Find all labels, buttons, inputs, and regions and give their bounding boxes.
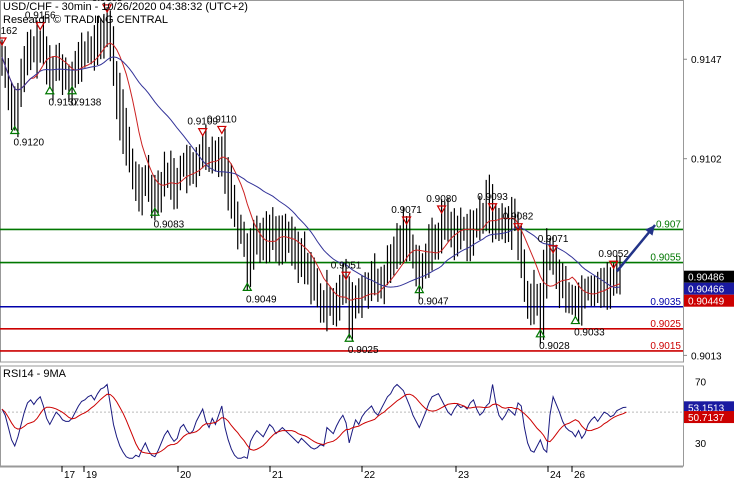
chart-canvas: 0.9070.90550.90350.90250.90150.91620.915… bbox=[0, 0, 734, 480]
peak-label: 0.9093 bbox=[477, 192, 508, 203]
trough-label: 0.9033 bbox=[574, 328, 605, 339]
y-tick-label: 0.9013 bbox=[691, 351, 722, 362]
rsi-line bbox=[1, 383, 627, 460]
x-tick-label: 23 bbox=[458, 470, 470, 480]
level-label: 0.9035 bbox=[650, 297, 681, 308]
trough-label: 0.9083 bbox=[154, 219, 185, 230]
peak-label: 0.9082 bbox=[503, 212, 534, 223]
price-frame bbox=[0, 0, 684, 363]
x-tick-label: 17 bbox=[64, 470, 76, 480]
level-label: 0.907 bbox=[656, 219, 681, 230]
chart-title: USD/CHF - 30min - 10/26/2020 04:38:32 (U… bbox=[3, 1, 248, 13]
level-label: 0.9015 bbox=[650, 341, 681, 352]
y-tick-label: 0.9147 bbox=[691, 55, 722, 66]
current-value-label: 0.90449 bbox=[688, 297, 725, 308]
peak-label: 0.9071 bbox=[538, 234, 569, 245]
chart-subtitle: Research © TRADING CENTRAL bbox=[3, 14, 168, 26]
x-tick-label: 24 bbox=[550, 470, 562, 480]
peak-label: 0.9162 bbox=[0, 26, 18, 37]
trough-label: 0.9120 bbox=[13, 137, 44, 148]
peak-label: 0.9071 bbox=[391, 205, 422, 216]
trough-label: 0.9025 bbox=[348, 345, 379, 356]
rsi-value-label: 50.7137 bbox=[688, 413, 725, 424]
y-tick-label: 0.9102 bbox=[691, 155, 722, 166]
trough-label: 0.9047 bbox=[418, 297, 449, 308]
rsi-tick-label: 70 bbox=[695, 377, 707, 388]
x-tick-label: 22 bbox=[364, 470, 376, 480]
rsi-ma-line bbox=[1, 393, 627, 455]
trough-label: 0.9049 bbox=[246, 294, 277, 305]
trough-label: 0.9028 bbox=[539, 341, 570, 352]
x-tick-label: 21 bbox=[272, 470, 284, 480]
peak-label: 0.9080 bbox=[426, 194, 457, 205]
current-value-label: 0.90486 bbox=[688, 273, 725, 284]
rsi-tick-label: 30 bbox=[695, 439, 707, 450]
rsi-title: RSI14 - 9MA bbox=[3, 368, 66, 380]
x-tick-label: 20 bbox=[180, 470, 192, 480]
x-tick-label: 26 bbox=[574, 470, 586, 480]
level-label: 0.9055 bbox=[650, 253, 681, 264]
peak-label: 0.9110 bbox=[207, 114, 237, 125]
peak-label: 0.9051 bbox=[331, 260, 362, 271]
x-tick-label: 19 bbox=[86, 470, 98, 480]
trough-label: 0.9138 bbox=[71, 98, 102, 109]
peak-label: 0.9052 bbox=[598, 249, 629, 260]
current-value-label: 0.90466 bbox=[688, 285, 725, 296]
level-label: 0.9025 bbox=[650, 319, 681, 330]
